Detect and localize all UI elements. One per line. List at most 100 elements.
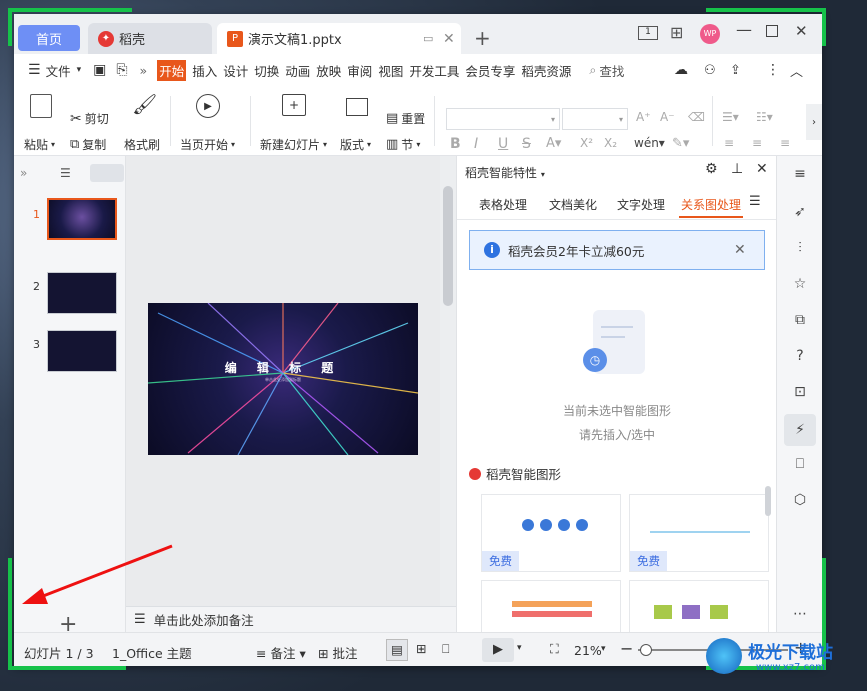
menu-file[interactable]: 文件	[46, 61, 71, 80]
export-icon[interactable]: ⎘	[116, 62, 127, 78]
slide-thumbnail-2[interactable]	[47, 272, 117, 314]
zoom-level[interactable]: 21%	[574, 643, 602, 658]
apps-grid-icon[interactable]: ⊞	[670, 23, 683, 42]
promo-banner[interactable]: i 稻壳会员2年卡立减60元 ✕	[469, 230, 765, 270]
save-icon[interactable]: ▣	[93, 62, 106, 78]
close-panel-icon[interactable]: ✕	[756, 161, 768, 177]
tabs-menu-icon[interactable]: ☰	[749, 194, 761, 209]
format-painter-icon[interactable]: 🖌	[132, 92, 157, 116]
menu-transition[interactable]: 切换	[254, 61, 279, 80]
paste-button[interactable]: 粘贴 ▾	[24, 136, 55, 153]
superscript-icon[interactable]: X²	[580, 136, 593, 150]
outline-view-icon[interactable]: ☰	[60, 166, 71, 180]
settings-icon[interactable]: ⚙	[705, 161, 718, 177]
cube-icon[interactable]: ⬡	[788, 488, 812, 512]
cloud-icon[interactable]: ☁	[674, 62, 688, 78]
chevron-down-icon[interactable]: ▾	[77, 65, 82, 75]
format-painter-button[interactable]: 格式刷	[124, 136, 160, 153]
image-icon[interactable]: ⊡	[788, 380, 812, 404]
clear-format-icon[interactable]: ⌫	[688, 110, 705, 124]
panel-title[interactable]: 稻壳智能特性 ▾	[465, 164, 545, 181]
menu-insert[interactable]: 插入	[192, 61, 217, 80]
slide-thumbnail-3[interactable]	[47, 330, 117, 372]
new-tab-button[interactable]: +	[474, 26, 491, 50]
collapse-ribbon-icon[interactable]: ︿	[790, 61, 803, 80]
canvas-scrollbar[interactable]	[440, 156, 456, 606]
numbering-icon[interactable]: ☷▾	[756, 110, 773, 124]
tab-document[interactable]: P 演示文稿1.pptx ▭ ✕	[217, 23, 461, 54]
section-button[interactable]: ▥ 节 ▾	[386, 136, 420, 153]
drag-handle-icon[interactable]: ≡	[788, 162, 812, 186]
play-icon[interactable]: ▶	[196, 94, 220, 118]
subscript-icon[interactable]: X₂	[604, 136, 617, 150]
fit-window-icon[interactable]: ⛶	[550, 641, 559, 657]
slides-icon[interactable]: ⧉	[788, 308, 812, 332]
current-slide[interactable]: 编 辑 标 题 单击此处添加副标题	[148, 303, 418, 455]
scrollbar-thumb[interactable]	[443, 186, 453, 306]
menu-home[interactable]: 开始	[157, 59, 187, 81]
strikethrough-icon[interactable]: S	[522, 136, 531, 152]
zoom-slider-handle[interactable]	[640, 644, 652, 656]
menu-slideshow[interactable]: 放映	[316, 61, 341, 80]
search-label[interactable]: 查找	[599, 61, 624, 80]
menu-design[interactable]: 设计	[223, 61, 248, 80]
font-color-icon[interactable]: A▾	[546, 136, 561, 151]
font-size-select[interactable]: ▾	[562, 108, 628, 130]
panel-scrollbar[interactable]	[765, 486, 771, 516]
menu-view[interactable]: 视图	[378, 61, 403, 80]
slide-thumbnail-1[interactable]	[47, 198, 117, 240]
user-icon[interactable]: ⚇	[704, 63, 716, 78]
zoom-out-icon[interactable]: −	[620, 639, 633, 658]
align-right-icon[interactable]: ≡	[780, 136, 790, 150]
smart-graphic-card[interactable]	[481, 580, 621, 632]
tab-relation-diagram[interactable]: 关系图处理	[681, 196, 741, 213]
expand-pane-icon[interactable]: »	[20, 166, 27, 180]
align-left-icon[interactable]: ≡	[724, 136, 734, 150]
layout-button[interactable]: 版式 ▾	[340, 136, 371, 153]
menu-developer[interactable]: 开发工具	[409, 61, 459, 80]
paste-icon[interactable]	[30, 94, 52, 118]
new-slide-button[interactable]: 新建幻灯片 ▾	[260, 136, 327, 153]
new-slide-icon[interactable]: +	[282, 94, 306, 116]
hamburger-icon[interactable]: ☰	[28, 62, 41, 78]
layout-icon[interactable]	[346, 98, 368, 116]
phonetic-icon[interactable]: wén▾	[634, 136, 665, 150]
more-icon[interactable]: ⋮	[766, 62, 780, 78]
pin-icon[interactable]: ⊥	[731, 161, 743, 177]
play-slideshow-button[interactable]: ▶	[482, 638, 514, 662]
menu-animation[interactable]: 动画	[285, 61, 310, 80]
close-promo-icon[interactable]: ✕	[734, 242, 746, 258]
window-mode-icon[interactable]: 1	[638, 26, 658, 40]
menu-member[interactable]: 会员专享	[465, 61, 515, 80]
play-from-current-button[interactable]: 当页开始 ▾	[180, 136, 235, 153]
highlight-icon[interactable]: ✎▾	[672, 136, 689, 151]
close-tab-icon[interactable]: ✕	[443, 31, 455, 47]
slide-title[interactable]: 编 辑 标 题	[148, 359, 418, 376]
reset-button[interactable]: ▤ 重置	[386, 110, 425, 127]
font-name-select[interactable]: ▾	[446, 108, 560, 130]
adjust-icon[interactable]: ⫶	[788, 236, 812, 260]
menu-docer-resources[interactable]: 稻壳资源	[521, 61, 571, 80]
shrink-font-icon[interactable]: A⁻	[660, 110, 675, 124]
reading-view-icon[interactable]: ⎕	[442, 641, 450, 657]
smart-graphic-card[interactable]: 免费	[481, 494, 621, 572]
more-chevron-icon[interactable]: »	[140, 63, 148, 78]
share-icon[interactable]: ⇪	[730, 63, 741, 78]
grow-font-icon[interactable]: A⁺	[636, 110, 651, 124]
italic-icon[interactable]: I	[474, 136, 478, 152]
help-icon[interactable]: ?	[788, 344, 812, 368]
bold-icon[interactable]: B	[450, 136, 461, 152]
normal-view-icon[interactable]: ▤	[386, 639, 408, 661]
book-icon[interactable]: ⎕	[788, 452, 812, 476]
rocket-icon[interactable]: ➶	[788, 200, 812, 224]
copy-button[interactable]: ⧉ 复制	[70, 136, 106, 153]
sorter-view-icon[interactable]: ⊞	[416, 641, 426, 656]
slide-view-icon[interactable]	[90, 164, 124, 182]
cut-button[interactable]: ✂ 剪切	[70, 110, 109, 127]
slide-subtitle[interactable]: 单击此处添加副标题	[148, 377, 418, 383]
notes-bar[interactable]: ☰ 单击此处添加备注	[126, 606, 456, 632]
bullets-icon[interactable]: ☰▾	[722, 110, 739, 124]
play-dropdown-icon[interactable]: ▾	[517, 643, 522, 653]
comments-toggle[interactable]: ⊞ 批注	[318, 643, 357, 662]
star-icon[interactable]: ☆	[788, 272, 812, 296]
